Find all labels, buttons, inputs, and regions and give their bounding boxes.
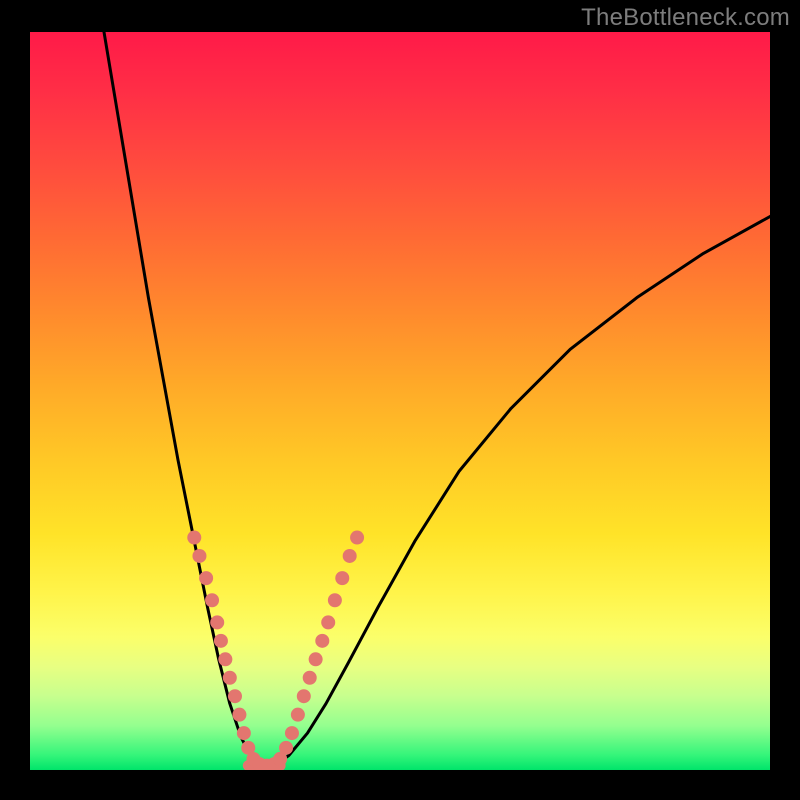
series-paths bbox=[104, 32, 770, 769]
marker-dot bbox=[309, 652, 323, 666]
marker-dot bbox=[315, 634, 329, 648]
marker-dot bbox=[297, 689, 311, 703]
marker-dot bbox=[192, 549, 206, 563]
series-right-curve bbox=[274, 217, 770, 767]
marker-dot bbox=[279, 741, 293, 755]
marker-dot bbox=[218, 652, 232, 666]
marker-dots bbox=[187, 531, 364, 770]
curve-layer bbox=[30, 32, 770, 770]
marker-dot bbox=[303, 671, 317, 685]
marker-dot bbox=[328, 593, 342, 607]
marker-dot bbox=[199, 571, 213, 585]
marker-dot bbox=[321, 615, 335, 629]
marker-dot bbox=[223, 671, 237, 685]
chart-stage: TheBottleneck.com bbox=[0, 0, 800, 800]
series-left-curve bbox=[104, 32, 259, 766]
plot-area bbox=[30, 32, 770, 770]
marker-dot bbox=[187, 531, 201, 545]
marker-dot bbox=[205, 593, 219, 607]
plot-clip bbox=[30, 32, 770, 770]
marker-dot bbox=[210, 615, 224, 629]
marker-dot bbox=[343, 549, 357, 563]
watermark-text: TheBottleneck.com bbox=[581, 4, 790, 32]
marker-dot bbox=[228, 689, 242, 703]
marker-dot bbox=[350, 531, 364, 545]
marker-dot bbox=[232, 708, 246, 722]
marker-dot bbox=[291, 708, 305, 722]
marker-dot bbox=[335, 571, 349, 585]
marker-dot bbox=[285, 726, 299, 740]
marker-dot bbox=[237, 726, 251, 740]
marker-dot bbox=[214, 634, 228, 648]
